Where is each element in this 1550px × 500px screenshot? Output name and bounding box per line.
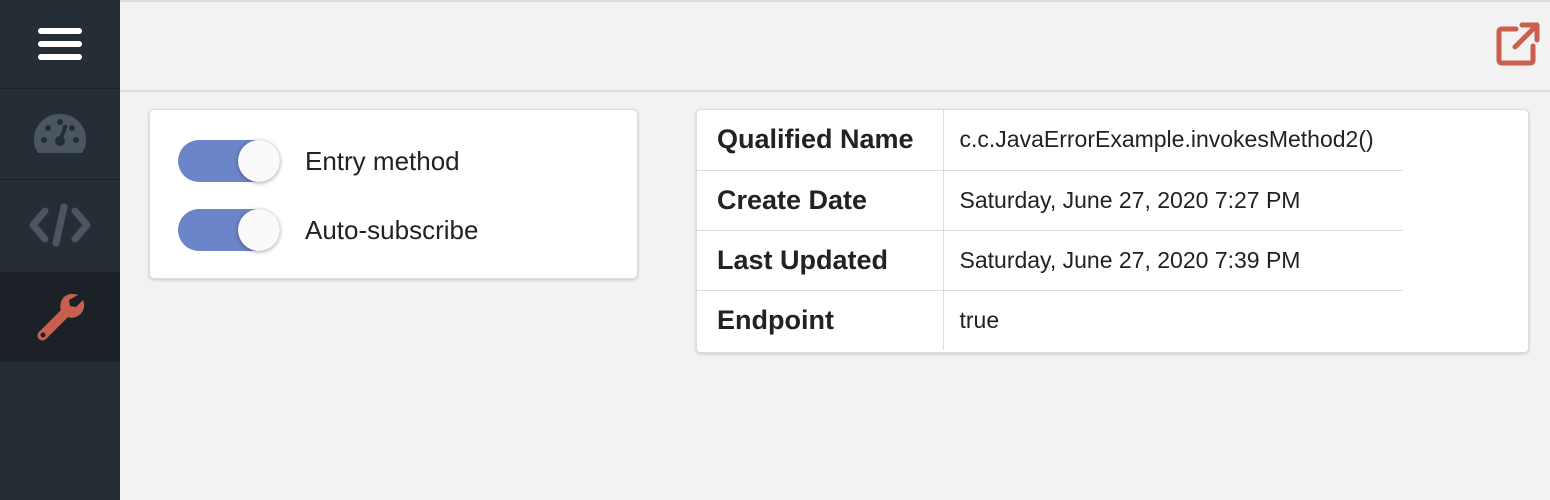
details-table: Qualified Name c.c.JavaErrorExample.invo… — [697, 110, 1403, 350]
qualified-name-key: Qualified Name — [697, 110, 944, 170]
table-row: Endpoint true — [697, 289, 1403, 350]
auto-subscribe-row: Auto-subscribe — [178, 208, 478, 252]
sidebar-item-code[interactable] — [0, 180, 120, 270]
toggle-knob — [238, 209, 280, 251]
qualified-name-value: c.c.JavaErrorExample.invokesMethod2() — [959, 126, 1374, 153]
toggle-knob — [238, 140, 280, 182]
options-card: Entry method Auto-subscribe — [149, 109, 638, 279]
sidebar-item-dashboard[interactable] — [0, 89, 120, 179]
external-link-icon — [1496, 22, 1540, 66]
table-row: Create Date Saturday, June 27, 2020 7:27… — [697, 169, 1403, 230]
entry-method-toggle[interactable] — [178, 140, 280, 182]
endpoint-key: Endpoint — [697, 289, 944, 350]
sidebar-item-tools[interactable] — [0, 272, 120, 362]
create-date-value: Saturday, June 27, 2020 7:27 PM — [943, 169, 1403, 230]
details-card: Qualified Name c.c.JavaErrorExample.invo… — [696, 109, 1529, 353]
table-row: Qualified Name c.c.JavaErrorExample.invo… — [697, 110, 1403, 170]
table-row: Last Updated Saturday, June 27, 2020 7:3… — [697, 229, 1403, 290]
create-date-key: Create Date — [697, 169, 944, 230]
speedometer-icon — [34, 114, 86, 153]
last-updated-value: Saturday, June 27, 2020 7:39 PM — [943, 229, 1403, 290]
auto-subscribe-label: Auto-subscribe — [305, 214, 479, 245]
wrench-icon — [37, 293, 85, 341]
last-updated-key: Last Updated — [697, 229, 944, 290]
top-bar — [120, 0, 1550, 92]
entry-method-row: Entry method — [178, 139, 460, 183]
entry-method-label: Entry method — [305, 145, 460, 176]
sidebar — [0, 0, 120, 500]
code-icon — [29, 203, 91, 247]
hamburger-menu-icon — [38, 28, 82, 60]
endpoint-value: true — [943, 289, 1403, 350]
sidebar-item-menu[interactable] — [0, 0, 120, 88]
auto-subscribe-toggle[interactable] — [178, 209, 280, 251]
open-external-button[interactable] — [1496, 22, 1540, 66]
